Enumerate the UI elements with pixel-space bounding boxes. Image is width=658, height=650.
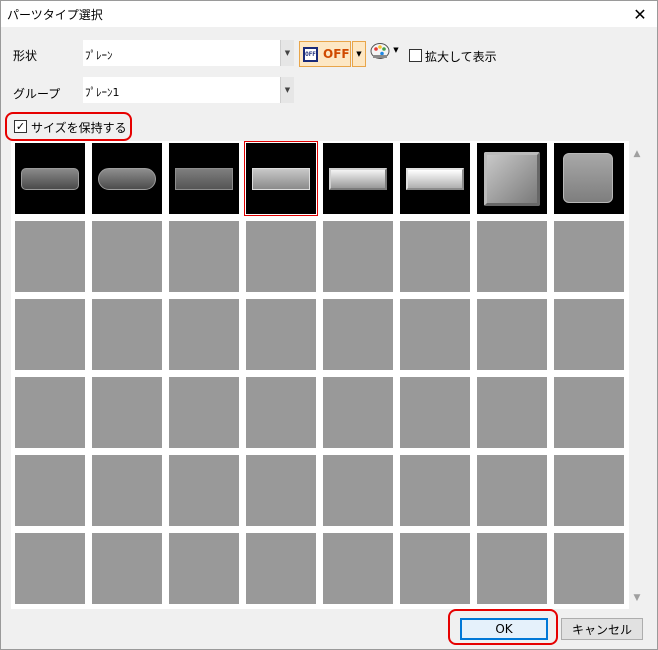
empty-part-cell[interactable]	[92, 455, 162, 526]
empty-part-cell[interactable]	[477, 299, 547, 370]
empty-part-cell[interactable]	[15, 377, 85, 448]
empty-part-cell[interactable]	[554, 299, 624, 370]
empty-part-cell[interactable]	[554, 377, 624, 448]
check-icon: ✓	[15, 120, 26, 133]
shape-select[interactable]: ﾌﾟﾚｰﾝ ▼	[82, 39, 295, 67]
parts-grid	[11, 141, 629, 609]
part-preview-pill-dark	[98, 168, 156, 190]
shape-select-value: ﾌﾟﾚｰﾝ	[85, 49, 113, 62]
chevron-down-icon: ▼	[356, 50, 362, 58]
empty-part-cell[interactable]	[15, 299, 85, 370]
empty-part-cell[interactable]	[400, 299, 470, 370]
empty-part-cell[interactable]	[169, 533, 239, 604]
part-preview-bevel-bright	[406, 168, 464, 190]
empty-part-cell[interactable]	[246, 377, 316, 448]
ok-button[interactable]: OK	[460, 618, 548, 640]
scroll-up-icon[interactable]: ▲	[630, 147, 644, 161]
empty-part-cell[interactable]	[400, 533, 470, 604]
part-preview-flat-dark	[175, 168, 233, 190]
part-cell-square-rounded[interactable]	[554, 143, 624, 214]
chevron-down-icon[interactable]: ▼	[280, 77, 294, 103]
part-cell-flat-dark[interactable]	[169, 143, 239, 214]
part-cell-pill-dark[interactable]	[92, 143, 162, 214]
group-select-value: ﾌﾟﾚｰﾝ1	[85, 86, 120, 99]
empty-part-cell[interactable]	[323, 455, 393, 526]
chevron-down-icon: ▼	[393, 46, 399, 54]
empty-part-cell[interactable]	[246, 299, 316, 370]
off-state-dropdown-button[interactable]: ▼	[352, 41, 366, 67]
part-cell-bevel-bright[interactable]	[400, 143, 470, 214]
enlarge-checkbox[interactable]	[409, 49, 422, 62]
part-cell-bevel-light[interactable]	[323, 143, 393, 214]
keep-size-label: サイズを保持する	[31, 121, 127, 135]
empty-part-cell[interactable]	[477, 533, 547, 604]
keep-size-checkbox[interactable]: ✓	[14, 120, 27, 133]
part-cell-rounded-dark[interactable]	[15, 143, 85, 214]
empty-part-cell[interactable]	[323, 299, 393, 370]
empty-part-cell[interactable]	[400, 377, 470, 448]
empty-part-cell[interactable]	[169, 221, 239, 292]
group-label: グループ	[13, 87, 61, 101]
part-preview-square-bevel	[484, 152, 540, 206]
part-cell-square-bevel[interactable]	[477, 143, 547, 214]
empty-part-cell[interactable]	[477, 377, 547, 448]
empty-part-cell[interactable]	[15, 221, 85, 292]
off-switch-icon: OFF	[303, 46, 318, 62]
empty-part-cell[interactable]	[323, 377, 393, 448]
shape-label: 形状	[13, 49, 38, 63]
empty-part-cell[interactable]	[15, 533, 85, 604]
empty-part-cell[interactable]	[169, 377, 239, 448]
close-button[interactable]: ✕	[627, 1, 653, 27]
empty-part-cell[interactable]	[92, 299, 162, 370]
empty-part-cell[interactable]	[477, 455, 547, 526]
empty-part-cell[interactable]	[246, 455, 316, 526]
part-preview-flat-light	[252, 168, 310, 190]
dialog-title: パーツタイプ選択	[7, 8, 103, 22]
part-cell-flat-light[interactable]	[244, 141, 318, 216]
empty-part-cell[interactable]	[400, 455, 470, 526]
group-select[interactable]: ﾌﾟﾚｰﾝ1 ▼	[82, 76, 295, 104]
palette-icon	[370, 43, 390, 59]
empty-part-cell[interactable]	[169, 299, 239, 370]
empty-part-cell[interactable]	[246, 221, 316, 292]
off-state-button[interactable]: OFF OFF	[299, 41, 351, 67]
color-palette-button[interactable]	[370, 41, 390, 61]
enlarge-label: 拡大して表示	[425, 50, 497, 64]
empty-part-cell[interactable]	[92, 377, 162, 448]
empty-part-cell[interactable]	[554, 221, 624, 292]
empty-part-cell[interactable]	[92, 221, 162, 292]
empty-part-cell[interactable]	[15, 455, 85, 526]
empty-part-cell[interactable]	[246, 533, 316, 604]
title-bar: パーツタイプ選択 ✕	[1, 1, 657, 27]
empty-part-cell[interactable]	[554, 455, 624, 526]
parts-type-dialog: パーツタイプ選択 ✕ 形状 ﾌﾟﾚｰﾝ ▼ OFF OFF ▼ ▼ 拡大して表示…	[0, 0, 658, 650]
empty-part-cell[interactable]	[323, 221, 393, 292]
part-preview-square-rounded	[563, 153, 613, 203]
scroll-down-icon[interactable]: ▼	[630, 591, 644, 605]
empty-part-cell[interactable]	[169, 455, 239, 526]
chevron-down-icon[interactable]: ▼	[280, 40, 294, 66]
cancel-button[interactable]: キャンセル	[561, 618, 643, 640]
empty-part-cell[interactable]	[554, 533, 624, 604]
empty-part-cell[interactable]	[323, 533, 393, 604]
empty-part-cell[interactable]	[92, 533, 162, 604]
empty-part-cell[interactable]	[400, 221, 470, 292]
empty-part-cell[interactable]	[477, 221, 547, 292]
part-preview-bevel-light	[329, 168, 387, 190]
part-preview-rounded-dark	[21, 168, 79, 190]
off-state-label: OFF	[323, 47, 350, 61]
palette-dropdown-button[interactable]: ▼	[392, 42, 400, 58]
